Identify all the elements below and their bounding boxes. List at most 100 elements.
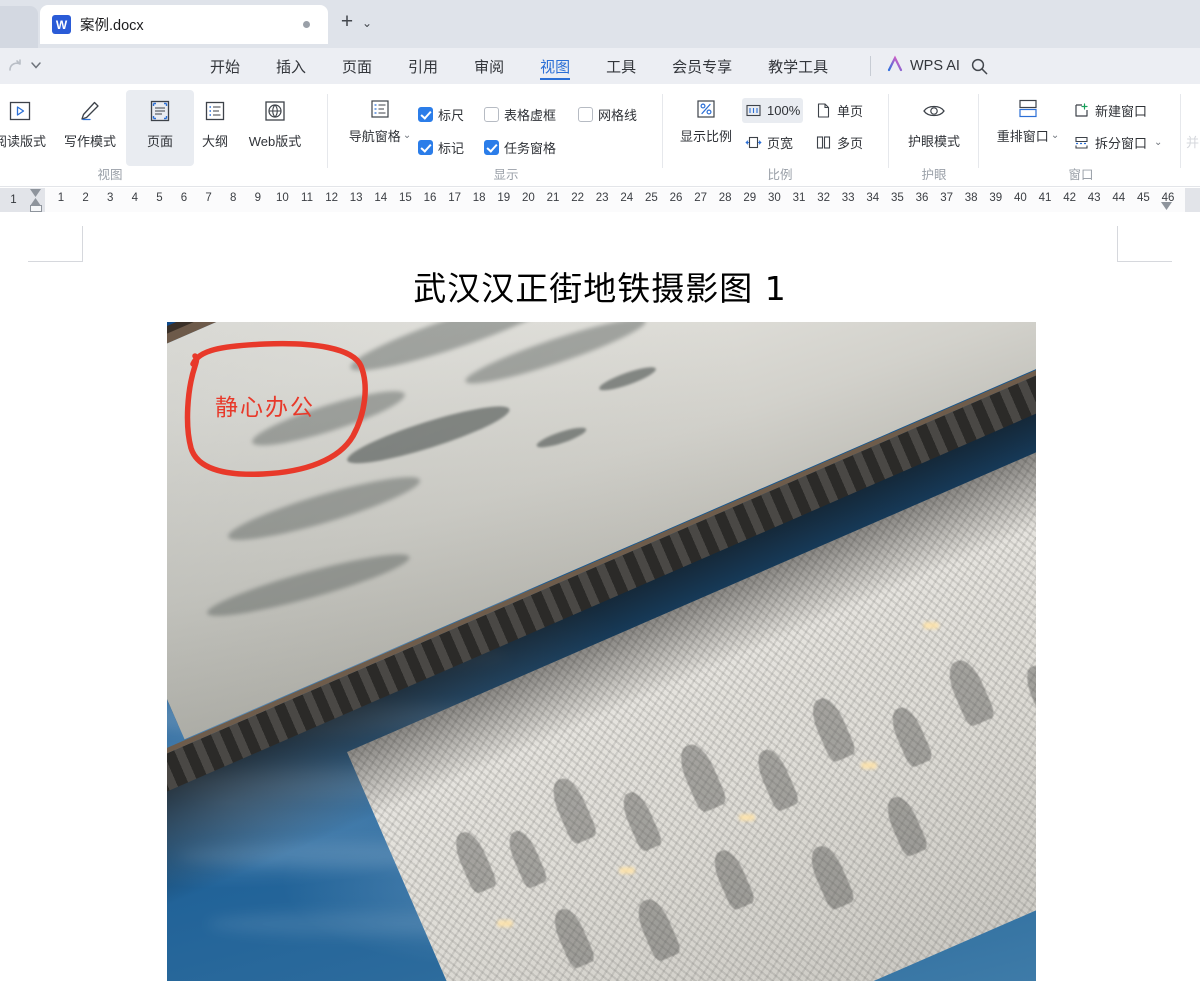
display-checkbox-markup-label: 标记 xyxy=(438,140,465,156)
ribbon-group-eyecare-label: 护眼 xyxy=(921,168,947,182)
new-tab-button[interactable]: + xyxy=(336,11,358,34)
ceiling-lamp xyxy=(739,814,755,821)
window-button-split-window[interactable]: 拆分窗口 ⌄ xyxy=(1070,130,1165,155)
window-button-rearrange[interactable]: 重排窗口 ⌄ xyxy=(990,98,1066,145)
redo-arrow-glyph xyxy=(9,59,21,71)
single-page-glyph xyxy=(817,103,830,118)
chevron-down-icon[interactable]: ⌄ xyxy=(403,130,411,141)
ruler-track[interactable]: 1 2 3 4 5 6 7 8 9 10 11 12 13 14 15 16 17 18 19 20 21 22 23 24 2… xyxy=(27,188,1200,212)
ruler-tick-38: 38 xyxy=(964,192,978,204)
zoom-button-show-ratio[interactable]: 显示比例 xyxy=(674,98,738,145)
mural-figure xyxy=(546,773,599,846)
menu-item-tools[interactable]: 工具 xyxy=(606,48,636,84)
menu-item-reference[interactable]: 引用 xyxy=(408,48,438,84)
zoom-button-single-page-label: 单页 xyxy=(837,104,864,119)
metro-mural-photo[interactable]: 静心办公 xyxy=(167,322,1036,981)
chevron-down-icon[interactable]: ⌄ xyxy=(1051,130,1059,141)
checkbox-ruler-box[interactable] xyxy=(418,106,433,122)
menu-item-review[interactable]: 审阅 xyxy=(474,48,504,84)
ink-wash-stroke xyxy=(203,544,413,626)
display-checkbox-task-pane[interactable]: 任务窗格 xyxy=(484,135,556,159)
display-checkbox-markup[interactable]: 标记 xyxy=(418,135,464,159)
window-tab-bar: W 案例.docx + ⌄ xyxy=(0,0,1200,48)
display-button-navigation-pane[interactable]: 导航窗格 ⌄ xyxy=(344,98,416,145)
checkbox-table-gridlines-box[interactable] xyxy=(484,106,499,122)
menu-item-teaching-tools[interactable]: 教学工具 xyxy=(768,48,828,84)
ruler-tick-22: 22 xyxy=(571,192,584,204)
outline-glyph xyxy=(205,101,225,121)
magnifier-glyph xyxy=(971,58,988,75)
pen-write-icon xyxy=(77,98,103,124)
view-button-web-layout-label: Web版式 xyxy=(248,134,302,149)
multi-page-icon xyxy=(815,134,832,151)
display-checkbox-table-gridlines[interactable]: 表格虚框 xyxy=(484,102,556,126)
redo-dropdown-icon[interactable] xyxy=(26,58,46,75)
zoom-button-page-width[interactable]: 页宽 xyxy=(742,130,796,155)
ruler-tick-37: 37 xyxy=(940,192,953,204)
ruler-tick-27: 27 xyxy=(694,192,707,204)
red-circle-annotation[interactable]: 静心办公 xyxy=(177,332,377,492)
checkbox-gridlines-box[interactable] xyxy=(578,106,593,122)
percent-icon xyxy=(695,98,717,120)
ruler-tick-12: 12 xyxy=(325,192,338,204)
menu-item-insert[interactable]: 插入 xyxy=(276,48,306,84)
indent-left-box-marker[interactable] xyxy=(29,205,42,212)
view-button-read-layout-label: 阅读版式 xyxy=(0,134,46,149)
ceiling-lamp xyxy=(923,622,939,629)
ruler-right-margin-zone xyxy=(1185,188,1200,212)
document-tab-title: 案例.docx xyxy=(80,18,144,34)
chevron-down-icon[interactable]: ⌄ xyxy=(1154,137,1162,148)
display-checkbox-ruler[interactable]: 标尺 xyxy=(418,102,464,126)
read-layout-icon xyxy=(7,98,33,124)
wps-ai-button[interactable]: WPS AI xyxy=(886,48,960,84)
page-margin-mark-top-left xyxy=(28,226,83,262)
view-button-write-mode[interactable]: 写作模式 xyxy=(56,90,124,166)
menu-item-view[interactable]: 视图 xyxy=(540,48,571,84)
pen-glyph xyxy=(81,101,99,121)
view-button-web-layout[interactable]: Web版式 xyxy=(236,90,314,166)
horizontal-ruler[interactable]: 1 1 2 3 4 5 6 7 8 9 10 11 12 13 14 15 16 17 18 19 20 21 22 23 2… xyxy=(0,188,1200,212)
ribbon-divider-2 xyxy=(662,94,663,168)
view-button-read-layout[interactable]: 阅读版式 xyxy=(0,90,54,166)
display-checkbox-gridlines[interactable]: 网格线 xyxy=(578,102,637,126)
document-canvas[interactable]: 武汉汉正街地铁摄影图 1 静心办公 xyxy=(0,212,1200,983)
mural-figure xyxy=(752,745,801,813)
zoom-button-100-percent[interactable]: 100% xyxy=(742,98,804,123)
ruler-tick-24: 24 xyxy=(620,192,634,204)
mural-figure xyxy=(449,827,499,895)
ribbon-group-window: 重排窗口 ⌄ 新建窗口 拆分窗口 ⌄ 窗口 xyxy=(986,84,1178,187)
mural-figure xyxy=(632,894,683,963)
zoom-button-single-page[interactable]: 单页 xyxy=(812,98,866,123)
ruler-tick-31: 31 xyxy=(792,192,806,204)
menu-item-page[interactable]: 页面 xyxy=(342,48,372,84)
ceiling-lamp xyxy=(619,867,635,874)
checkbox-task-pane-box[interactable] xyxy=(484,139,499,155)
ruler-tick-32: 32 xyxy=(817,192,830,204)
document-tab[interactable]: W 案例.docx xyxy=(40,5,328,44)
view-button-write-mode-label: 写作模式 xyxy=(63,134,116,149)
ruler-tick-11: 11 xyxy=(301,192,313,204)
menu-bar: 开始 插入 页面 引用 审阅 视图 工具 会员专享 教学工具 WPS AI xyxy=(0,48,1200,84)
window-button-new-window[interactable]: 新建窗口 xyxy=(1070,98,1150,123)
ribbon-divider-5 xyxy=(1180,94,1181,168)
zoom-button-show-ratio-label: 显示比例 xyxy=(679,129,732,144)
window-button-new-window-label: 新建窗口 xyxy=(1095,104,1148,119)
ruler-tick-29: 29 xyxy=(743,192,757,204)
checkbox-markup-box[interactable] xyxy=(418,139,433,155)
menu-item-start[interactable]: 开始 xyxy=(210,48,240,84)
quick-access-toolbar xyxy=(4,56,46,76)
redo-icon[interactable] xyxy=(4,56,26,76)
search-icon[interactable] xyxy=(970,57,989,76)
ruler-corner-indicator[interactable]: 1 xyxy=(0,188,27,212)
tab-bar-leading-corner xyxy=(0,6,38,48)
tab-list-dropdown-icon[interactable]: ⌄ xyxy=(362,16,372,30)
navigation-pane-icon xyxy=(369,98,391,120)
zoom-button-multi-page-label: 多页 xyxy=(837,136,864,151)
menu-item-member[interactable]: 会员专享 xyxy=(672,48,732,84)
ruler-tick-34: 34 xyxy=(866,192,880,204)
menu-divider xyxy=(870,56,871,76)
eyecare-button-mode[interactable]: 护眼模式 xyxy=(896,90,972,166)
ruler-tick-30: 30 xyxy=(767,192,781,204)
zoom-button-multi-page[interactable]: 多页 xyxy=(812,130,866,155)
ruler-tick-33: 33 xyxy=(841,192,855,204)
